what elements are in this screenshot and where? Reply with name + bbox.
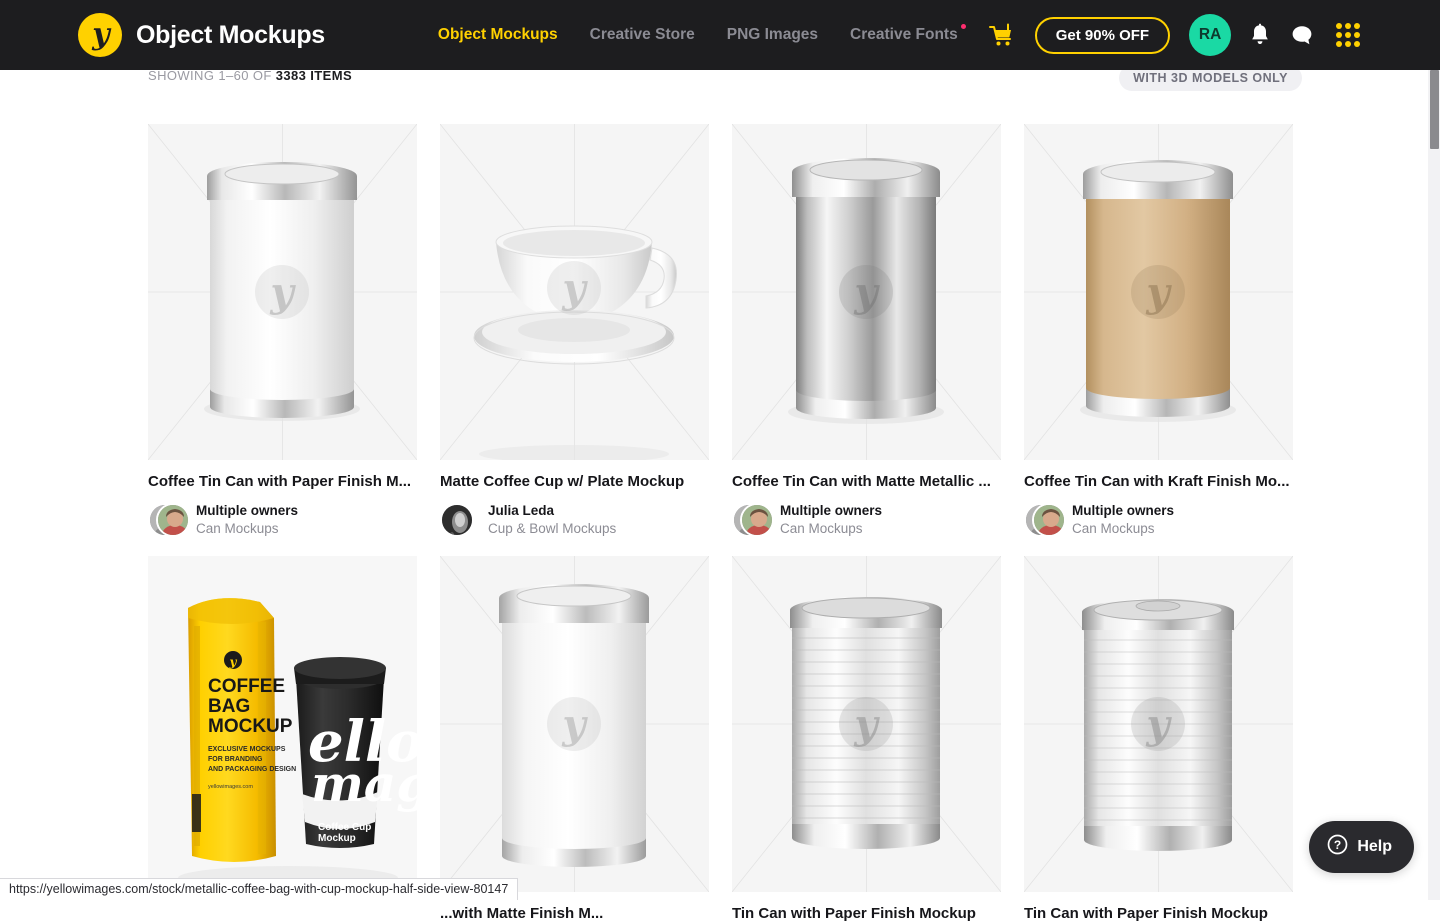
mockup-card[interactable]: y Tin Can with Paper Finish Mockup — [1024, 556, 1293, 923]
mockup-thumbnail[interactable]: y — [732, 556, 1001, 892]
results-count-prefix: SHOWING 1–60 OF — [148, 68, 276, 83]
logo-text: Object Mockups — [136, 21, 325, 50]
main-nav: Object Mockups Creative Store PNG Images… — [438, 26, 958, 44]
avatar-primary — [440, 503, 474, 537]
card-author[interactable]: Multiple owners Can Mockups — [732, 502, 1001, 538]
svg-text:Coffee Cup: Coffee Cup — [318, 822, 371, 833]
mockup-thumbnail[interactable]: y COFFEE BAG MOCKUP EXCLUSIVE MOCKUPS FO… — [148, 556, 417, 892]
card-title: Matte Coffee Cup w/ Plate Mockup — [440, 472, 709, 492]
avatar-primary — [1032, 503, 1066, 537]
new-indicator-dot-icon — [961, 24, 966, 29]
avatar-single — [440, 503, 478, 537]
mockup-card[interactable]: y Coffee Tin Can with Kraft Finish Mo...… — [1024, 124, 1293, 538]
apps-grid-icon[interactable] — [1335, 22, 1361, 48]
avatar-multiple — [148, 503, 186, 537]
nav-item-creative-fonts[interactable]: Creative Fonts — [850, 26, 958, 44]
mockup-card[interactable]: y Coffee Tin Can with Matte Metallic ...… — [732, 124, 1001, 538]
mockup-thumbnail[interactable]: y — [148, 124, 417, 460]
mockup-card[interactable]: y Coffee Tin Can with Paper Finish M... … — [148, 124, 417, 538]
svg-text:y: y — [853, 269, 880, 316]
svg-text:y: y — [269, 269, 296, 316]
svg-text:y: y — [853, 701, 880, 748]
nav-label: Creative Fonts — [850, 26, 958, 43]
mockup-thumbnail[interactable]: y — [1024, 556, 1293, 892]
avatar-primary — [156, 503, 190, 537]
card-category: Can Mockups — [196, 520, 298, 538]
nav-item-png-images[interactable]: PNG Images — [727, 26, 818, 44]
user-avatar[interactable]: RA — [1189, 14, 1231, 56]
svg-text:y: y — [561, 265, 588, 312]
card-title: ...with Matte Finish M... — [440, 904, 709, 923]
mockup-thumbnail[interactable]: y — [440, 556, 709, 892]
card-owner-name: Multiple owners — [1072, 502, 1174, 520]
nav-label: Creative Store — [590, 26, 695, 43]
card-title: Coffee Tin Can with Paper Finish M... — [148, 472, 417, 492]
get-discount-button[interactable]: Get 90% OFF — [1035, 17, 1170, 54]
card-author[interactable]: Multiple owners Can Mockups — [1024, 502, 1293, 538]
header-actions: Get 90% OFF RA — [986, 14, 1361, 56]
card-title: Coffee Tin Can with Kraft Finish Mo... — [1024, 472, 1293, 492]
mockup-card[interactable]: y ...with Matte Finish M... — [440, 556, 709, 923]
logo[interactable]: y Object Mockups — [78, 13, 325, 57]
shopping-cart-icon[interactable] — [986, 20, 1016, 50]
yellowimages-y-logo-icon: y — [78, 13, 122, 57]
avatar-multiple — [1024, 503, 1062, 537]
site-header: y Object Mockups Object Mockups Creative… — [0, 0, 1428, 70]
mockup-card[interactable]: y COFFEE BAG MOCKUP EXCLUSIVE MOCKUPS FO… — [148, 556, 417, 923]
card-owner-name: Julia Leda — [488, 502, 616, 520]
card-category: Can Mockups — [780, 520, 882, 538]
svg-text:yellowimages.com: yellowimages.com — [208, 784, 253, 790]
svg-text:MOCKUP: MOCKUP — [208, 716, 293, 737]
card-title: Tin Can with Paper Finish Mockup — [732, 904, 1001, 923]
nav-item-creative-store[interactable]: Creative Store — [590, 26, 695, 44]
mockup-thumbnail[interactable]: y — [440, 124, 709, 460]
help-button-label: Help — [1357, 838, 1392, 856]
header-scrollbar-corner — [1428, 0, 1440, 70]
svg-text:y: y — [561, 701, 588, 748]
results-count-value: 3383 ITEMS — [276, 68, 352, 83]
nav-label: PNG Images — [727, 26, 818, 43]
mockup-card[interactable]: y Tin Can with Paper Finish Mockup — [732, 556, 1001, 923]
mockup-thumbnail[interactable]: y — [732, 124, 1001, 460]
svg-text:Mockup: Mockup — [318, 833, 356, 844]
svg-text:EXCLUSIVE MOCKUPS: EXCLUSIVE MOCKUPS — [208, 746, 286, 753]
card-title: Tin Can with Paper Finish Mockup — [1024, 904, 1293, 923]
question-circle-icon: ? — [1327, 834, 1348, 860]
svg-text:BAG: BAG — [208, 696, 250, 717]
svg-text:AND PACKAGING DESIGN: AND PACKAGING DESIGN — [208, 766, 296, 773]
svg-text:?: ? — [1334, 838, 1341, 852]
svg-text:COFFEE: COFFEE — [208, 676, 285, 697]
card-owner-name: Multiple owners — [780, 502, 882, 520]
svg-text:y: y — [229, 655, 238, 669]
chat-bubble-icon[interactable] — [1289, 22, 1315, 48]
card-author[interactable]: Multiple owners Can Mockups — [148, 502, 417, 538]
nav-label: Object Mockups — [438, 26, 558, 43]
page-scrollbar-thumb[interactable] — [1430, 70, 1439, 149]
svg-text:mag: mag — [311, 754, 417, 813]
svg-text:FOR BRANDING: FOR BRANDING — [208, 756, 263, 763]
help-button[interactable]: ? Help — [1309, 821, 1414, 873]
svg-text:y: y — [1145, 701, 1172, 748]
card-title: Coffee Tin Can with Matte Metallic ... — [732, 472, 1001, 492]
results-count: SHOWING 1–60 OF 3383 ITEMS — [148, 68, 352, 83]
card-owner-name: Multiple owners — [196, 502, 298, 520]
svg-text:y: y — [1145, 269, 1172, 316]
mockup-thumbnail[interactable]: y — [1024, 124, 1293, 460]
card-category: Can Mockups — [1072, 520, 1174, 538]
avatar-primary — [740, 503, 774, 537]
browser-status-bar-url: https://yellowimages.com/stock/metallic-… — [0, 878, 518, 900]
mockup-grid: y Coffee Tin Can with Paper Finish M... … — [148, 124, 1292, 923]
notification-bell-icon[interactable] — [1247, 22, 1273, 48]
card-author[interactable]: Julia Leda Cup & Bowl Mockups — [440, 502, 709, 538]
mockup-card[interactable]: y Matte Coffee Cup w/ Plate Mockup Julia… — [440, 124, 709, 538]
nav-item-object-mockups[interactable]: Object Mockups — [438, 26, 558, 44]
card-category: Cup & Bowl Mockups — [488, 520, 616, 538]
avatar-multiple — [732, 503, 770, 537]
